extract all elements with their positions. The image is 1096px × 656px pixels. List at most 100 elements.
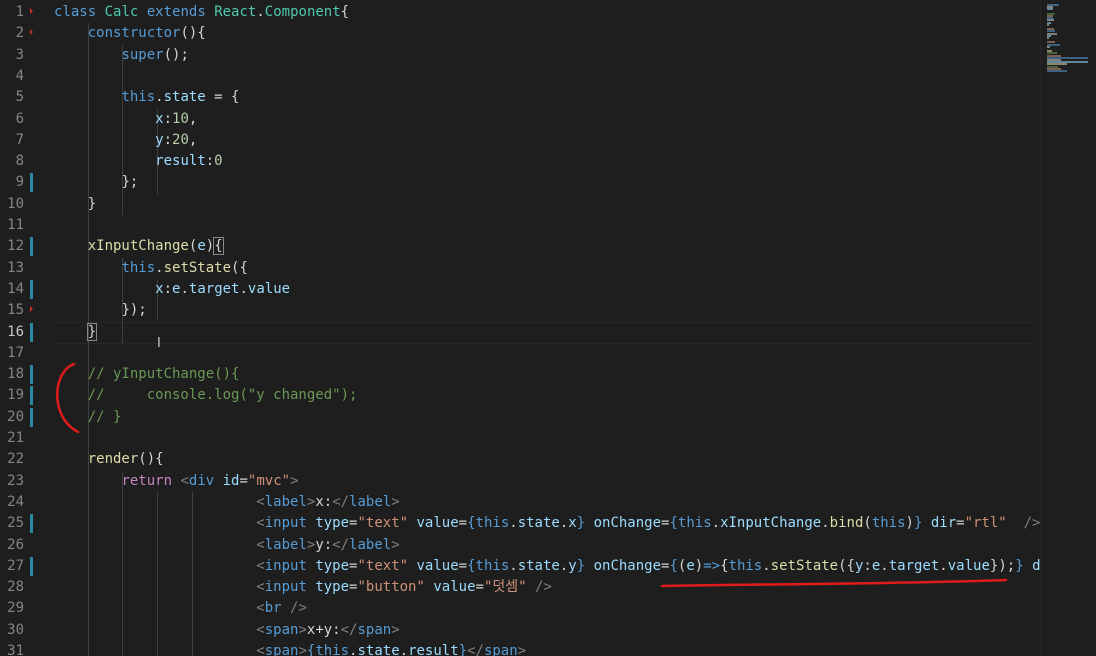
line-number: 18 [7,366,24,383]
code-line[interactable]: 2 constructor(){ [0,23,1040,44]
code-token: = [239,472,248,489]
code-line[interactable]: 1 class Calc extends React.Component{ [0,2,1040,23]
code-line[interactable]: 27 <input type="text" value={this.state.… [0,556,1040,577]
code-token: Component [264,4,341,20]
code-line[interactable]: 13 this.setState({ [0,258,1040,279]
code-line[interactable]: 26 <label>y:</label> [0,535,1040,556]
code-text: this.state = { [54,87,239,108]
code-editor[interactable]: 1 class Calc extends React.Component{2 co… [0,0,1040,656]
code-token: React [214,4,257,20]
line-number: 3 [15,46,24,63]
code-text: <span>x+y:</span> [54,620,399,641]
code-token: . [155,259,164,276]
code-token: > [298,643,307,656]
code-token: // } [87,408,122,425]
line-number: 4 [15,67,24,84]
code-line[interactable]: 15 }); [0,300,1040,321]
code-token: . [509,557,518,574]
code-text: <input type="text" value={this.state.x} … [54,513,1040,534]
code-line[interactable]: 19 // console.log("y changed"); [0,385,1040,406]
code-token: : [205,153,215,170]
code-token: input [264,515,307,532]
line-number: 20 [7,408,24,425]
code-token: span [483,643,518,656]
code-token: y [155,131,164,148]
code-line[interactable]: 11 [0,215,1040,236]
code-token: </ [332,536,350,553]
code-line[interactable]: 20 // } [0,407,1040,428]
code-line[interactable]: 10 } [0,194,1040,215]
line-number: 8 [15,153,24,170]
code-line[interactable]: 29 <br /> [0,598,1040,619]
code-line[interactable]: 25 <input type="text" value={this.state.… [0,513,1040,534]
code-token: . [821,515,830,532]
minimap-line [1047,37,1049,39]
code-line[interactable]: 16 } [0,322,1040,343]
code-line[interactable]: 5 this.state = { [0,87,1040,108]
code-token: </ [332,493,350,510]
code-token: "mvc" [247,472,291,489]
fold-arrow-icon[interactable] [30,29,33,36]
code-token: = [956,515,965,532]
code-line[interactable]: 30 <span>x+y:</span> [0,620,1040,641]
code-text: <span>{this.state.result}</span> [54,641,526,656]
code-text: // yInputChange(){ [54,364,240,385]
line-number: 10 [7,195,24,212]
code-token: x: [315,493,333,510]
line-number: 29 [7,600,24,617]
code-token: onChange [593,515,662,532]
code-token: < [256,515,265,532]
code-text: class Calc extends React.Component{ [54,2,349,23]
code-line[interactable]: 9 }; [0,172,1040,193]
code-token: label [349,493,392,510]
code-token: ( [863,515,872,532]
modified-line-marker [30,386,33,406]
code-line[interactable]: 28 <input type="button" value="덧셈" /> [0,577,1040,598]
code-token: this [121,259,156,276]
code-line[interactable]: 23 return <div id="mvc"> [0,471,1040,492]
code-text: } [54,194,96,215]
code-token: target [888,557,940,574]
code-line[interactable]: 21 [0,428,1040,449]
line-number: 27 [7,557,24,574]
code-line[interactable]: 8 result:0 [0,151,1040,172]
modified-line-marker [30,237,33,257]
code-token: : [163,131,173,148]
code-token: state [357,643,400,656]
line-number: 17 [7,344,24,361]
code-token: } [86,322,98,341]
code-line[interactable]: 12 xInputChange(e){ [0,236,1040,257]
code-line[interactable]: 17 [0,343,1040,364]
minimap-line [1047,23,1049,26]
line-number: 19 [7,387,24,404]
code-token: 10 [172,110,189,127]
code-line[interactable]: 31 <span>{this.state.result}</span> [0,641,1040,656]
code-line[interactable]: 4 [0,66,1040,87]
modified-line-marker [30,322,33,342]
code-line[interactable]: 14 x:e.target.value [0,279,1040,300]
minimap[interactable] [1040,0,1096,656]
code-line[interactable]: 6 x:10, [0,109,1040,130]
code-token: result [408,643,459,656]
fold-arrow-icon[interactable] [30,306,33,313]
fold-arrow-icon[interactable] [30,8,33,14]
code-token: target [188,280,240,297]
code-line[interactable]: 7 y:20, [0,130,1040,151]
line-number: 21 [7,430,24,446]
code-line[interactable]: 22 render(){ [0,449,1040,470]
code-line[interactable]: 3 super(); [0,45,1040,66]
code-line[interactable]: 18 // yInputChange(){ [0,364,1040,385]
code-token: di [1032,557,1040,574]
code-token: e [686,557,695,574]
code-line[interactable]: 24 <label>x:</label> [0,492,1040,513]
code-text: <br /> [54,598,307,619]
code-text: } [54,322,98,343]
